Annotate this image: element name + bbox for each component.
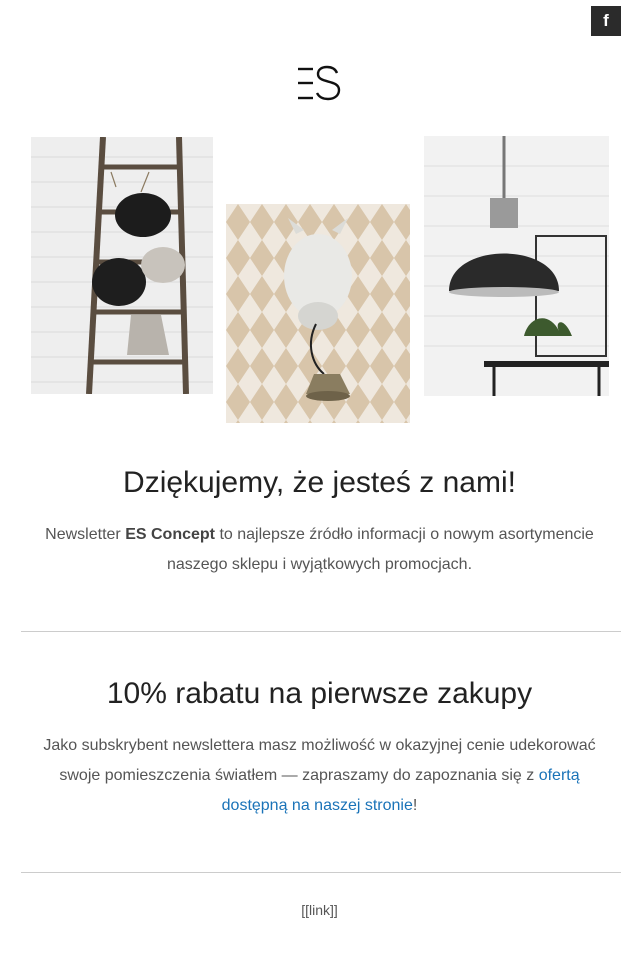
intro-text-after: to najlepsze źródło informacji o nowym a… bbox=[166, 526, 594, 573]
es-logo-mark bbox=[297, 65, 340, 101]
brand-name: ES Concept bbox=[125, 526, 215, 543]
intro-text-before: Newsletter bbox=[45, 526, 126, 543]
facebook-icon: f bbox=[603, 11, 609, 30]
photo-rhino-lamp bbox=[226, 204, 410, 423]
offer-text-before: Jako subskrybent newslettera masz możliw… bbox=[43, 737, 596, 784]
offer-text-after: ! bbox=[412, 797, 418, 814]
thank-you-heading: Dziękujemy, że jesteś z nami! bbox=[123, 466, 516, 499]
brand-logo bbox=[0, 64, 639, 109]
divider bbox=[21, 631, 621, 632]
facebook-button[interactable]: f bbox=[591, 6, 621, 36]
divider bbox=[21, 872, 621, 873]
intro-paragraph: Newsletter ES Concept to najlepsze źródł… bbox=[30, 520, 609, 580]
photo-ladder-lampshades bbox=[31, 137, 213, 394]
footer-link[interactable]: [[link]] bbox=[0, 902, 639, 918]
offer-paragraph: Jako subskrybent newslettera masz możliw… bbox=[30, 731, 609, 821]
photo-pendant-lamp bbox=[424, 136, 609, 396]
discount-heading: 10% rabatu na pierwsze zakupy bbox=[106, 677, 533, 710]
